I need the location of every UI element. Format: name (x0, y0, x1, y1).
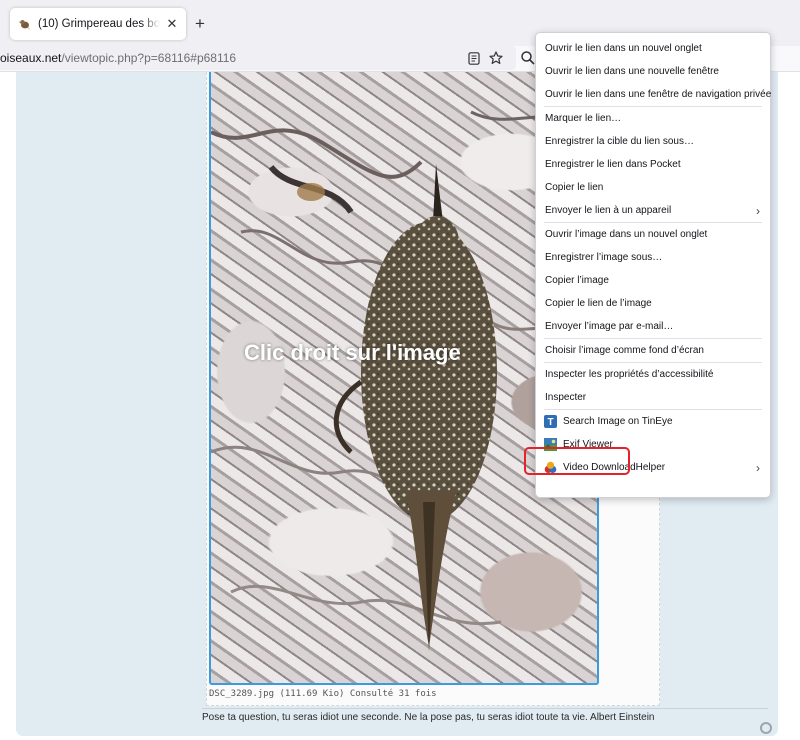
menu-item-enregistrer-le-lien-dans-pocket[interactable]: Enregistrer le lien dans Pocket (536, 153, 770, 176)
menu-item-copier-le-lien[interactable]: Copier le lien (536, 176, 770, 199)
menu-item-ouvrir-le-lien-dans-une-fenetre-de-navigation-privee[interactable]: Ouvrir le lien dans une fenêtre de navig… (536, 83, 772, 106)
tab-title: (10) Grimpereau des bois - Forum (38, 18, 160, 30)
submenu-arrow-icon: › (756, 204, 760, 218)
menu-item-envoyer-le-lien-a-un-appareil[interactable]: Envoyer le lien à un appareil › (536, 199, 770, 222)
menu-item-label: Enregistrer la cible du lien sous… (545, 136, 694, 147)
menu-item-copier-l-image[interactable]: Copier l’image (536, 269, 770, 292)
bird-favicon-icon (18, 20, 31, 30)
reader-view-icon[interactable] (466, 50, 482, 66)
menu-item-inspecter[interactable]: Inspecter (536, 386, 770, 409)
submenu-arrow-icon: › (756, 461, 760, 475)
menu-item-search-image-on-tineye[interactable]: T Search Image on TinEye (536, 410, 770, 433)
menu-item-ouvrir-l-image-dans-un-nouvel-onglet[interactable]: Ouvrir l’image dans un nouvel onglet (536, 223, 770, 246)
url-bar[interactable]: oiseaux.net /viewtopic.php?p=68116#p6811… (0, 46, 516, 70)
menu-item-label: Inspecter les propriétés d’accessibilité (545, 369, 714, 380)
menu-item-label: Search Image on TinEye (563, 416, 673, 427)
menu-item-enregistrer-la-cible-du-lien-sous[interactable]: Enregistrer la cible du lien sous… (536, 130, 770, 153)
menu-item-label: Choisir l’image comme fond d’écran (545, 345, 704, 356)
bookmark-star-icon[interactable] (488, 50, 504, 66)
url-path: /viewtopic.php?p=68116#p68116 (61, 51, 237, 65)
tab-close-icon[interactable]: ✕ (164, 16, 180, 32)
menu-item-label: Ouvrir le lien dans une nouvelle fenêtre (545, 66, 719, 77)
menu-item-enregistrer-l-image-sous[interactable]: Enregistrer l’image sous… (536, 246, 770, 269)
menu-item-label: Enregistrer le lien dans Pocket (545, 159, 681, 170)
menu-item-label: Copier le lien (545, 182, 604, 193)
photo-overlay-text: Clic droit sur l'image (244, 340, 461, 365)
attachment-caption: DSC_3289.jpg (111.69 Kio) Consulté 31 fo… (209, 689, 437, 699)
tab-active[interactable]: (10) Grimpereau des bois - Forum ✕ (10, 8, 186, 40)
menu-item-label: Ouvrir le lien dans un nouvel onglet (545, 43, 702, 54)
svg-text:T: T (547, 417, 553, 428)
signature-separator (202, 708, 768, 709)
tineye-icon: T (544, 415, 557, 428)
menu-item-ouvrir-le-lien-dans-une-nouvelle-fenetre[interactable]: Ouvrir le lien dans une nouvelle fenêtre (536, 60, 770, 83)
new-tab-icon[interactable]: + (190, 14, 210, 34)
menu-item-label: Ouvrir l’image dans un nouvel onglet (545, 229, 708, 240)
exif-viewer-highlight-annotation (524, 447, 630, 475)
url-host: oiseaux.net (0, 51, 62, 65)
post-signature: Pose ta question, tu seras idiot une sec… (202, 712, 655, 723)
menu-item-inspecter-les-proprietes-d-accessibilite[interactable]: Inspecter les propriétés d’accessibilité (536, 363, 770, 386)
menu-item-label: Copier le lien de l’image (545, 298, 652, 309)
menu-item-ouvrir-le-lien-dans-un-nouvel-onglet[interactable]: Ouvrir le lien dans un nouvel onglet (536, 37, 770, 60)
context-menu: Ouvrir le lien dans un nouvel onglet Ouvr… (535, 32, 771, 498)
menu-item-copier-le-lien-de-l-image[interactable]: Copier le lien de l’image (536, 292, 770, 315)
menu-item-label: Envoyer l’image par e-mail… (545, 321, 674, 332)
menu-item-envoyer-l-image-par-e-mail[interactable]: Envoyer l’image par e-mail… (536, 315, 770, 338)
menu-item-label: Ouvrir le lien dans une fenêtre de navig… (545, 89, 772, 100)
menu-item-marquer-le-lien[interactable]: Marquer le lien… (536, 107, 770, 130)
menu-item-label: Marquer le lien… (545, 113, 622, 124)
menu-item-label: Copier l’image (545, 275, 609, 286)
menu-item-choisir-l-image-comme-fond-d-ecran[interactable]: Choisir l’image comme fond d’écran (536, 339, 770, 362)
menu-item-label: Enregistrer l’image sous… (545, 252, 663, 263)
search-icon[interactable] (520, 50, 536, 66)
post-status-icon (760, 722, 772, 734)
menu-item-label: Envoyer le lien à un appareil (545, 205, 672, 216)
menu-item-label: Inspecter (545, 392, 587, 403)
